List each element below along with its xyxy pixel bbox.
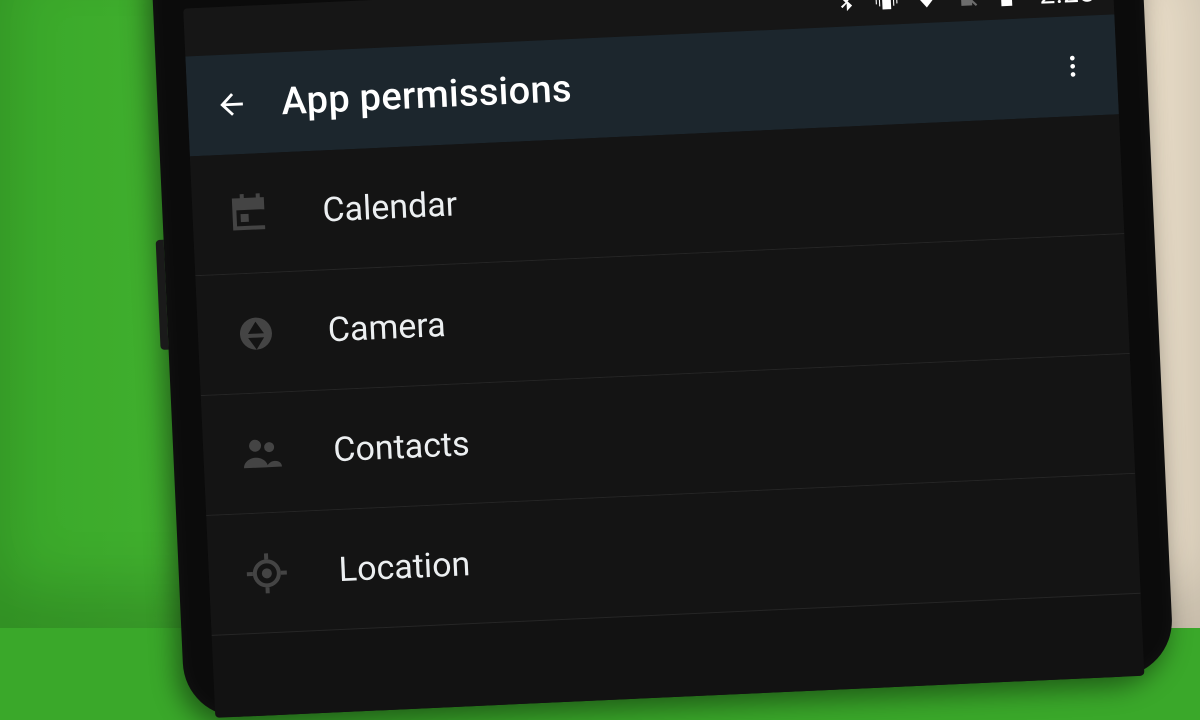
phone-body: 2:28 App permissions Calendar (150, 0, 1174, 719)
vibrate-icon (873, 0, 900, 14)
calendar-icon (225, 188, 275, 238)
permission-label: Calendar (322, 184, 459, 230)
contacts-icon (236, 428, 286, 478)
battery-icon (993, 0, 1020, 9)
permission-label: Camera (327, 305, 447, 350)
status-clock: 2:28 (1039, 0, 1096, 10)
bluetooth-icon (833, 0, 860, 16)
no-sim-icon (953, 0, 980, 11)
permissions-list: Calendar Camera Contacts (190, 114, 1141, 636)
camera-icon (231, 308, 281, 358)
phone-screen: 2:28 App permissions Calendar (183, 0, 1144, 718)
wifi-icon (913, 0, 940, 12)
permission-label: Contacts (332, 424, 470, 470)
phone-device: 2:28 App permissions Calendar (150, 0, 1174, 719)
overflow-menu-button[interactable] (1052, 45, 1094, 87)
location-icon (242, 548, 292, 598)
permission-label: Location (338, 544, 471, 590)
back-button[interactable] (211, 84, 253, 126)
page-title: App permissions (280, 47, 1023, 125)
